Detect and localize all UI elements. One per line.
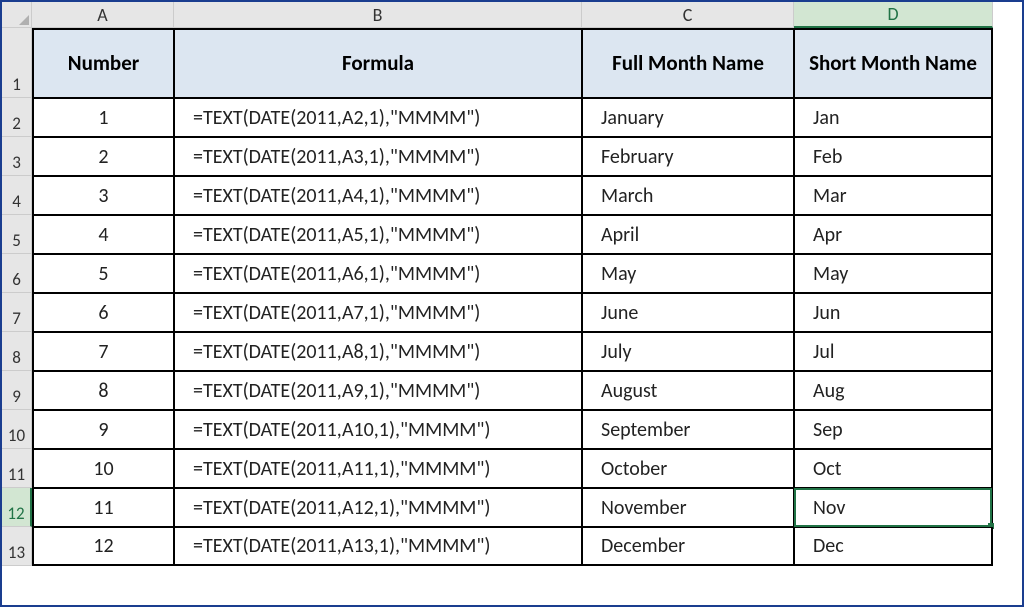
cell-c8[interactable]: July (582, 332, 794, 371)
cell-a4[interactable]: 3 (32, 176, 174, 215)
cell-a11[interactable]: 10 (32, 449, 174, 488)
cell-d7[interactable]: Jun (794, 293, 993, 332)
cell-d10[interactable]: Sep (794, 410, 993, 449)
select-all-corner[interactable] (2, 2, 32, 28)
table-header-d[interactable]: Short Month Name (794, 28, 993, 98)
row-header-1[interactable]: 1 (2, 28, 32, 98)
cell-b8[interactable]: =TEXT(DATE(2011,A8,1),"MMMM") (174, 332, 582, 371)
cell-b10[interactable]: =TEXT(DATE(2011,A10,1),"MMMM") (174, 410, 582, 449)
cell-b5[interactable]: =TEXT(DATE(2011,A5,1),"MMMM") (174, 215, 582, 254)
row-header-2[interactable]: 2 (2, 98, 32, 137)
cell-c6[interactable]: May (582, 254, 794, 293)
cell-c4[interactable]: March (582, 176, 794, 215)
cell-c5[interactable]: April (582, 215, 794, 254)
column-header-b[interactable]: B (174, 2, 582, 28)
cell-b2[interactable]: =TEXT(DATE(2011,A2,1),"MMMM") (174, 98, 582, 137)
cell-b4[interactable]: =TEXT(DATE(2011,A4,1),"MMMM") (174, 176, 582, 215)
cell-a9[interactable]: 8 (32, 371, 174, 410)
cell-c13[interactable]: December (582, 527, 794, 566)
cell-a8[interactable]: 7 (32, 332, 174, 371)
column-header-c[interactable]: C (582, 2, 794, 28)
cell-b12[interactable]: =TEXT(DATE(2011,A12,1),"MMMM") (174, 488, 582, 527)
cell-b3[interactable]: =TEXT(DATE(2011,A3,1),"MMMM") (174, 137, 582, 176)
cell-c12[interactable]: November (582, 488, 794, 527)
cell-d3[interactable]: Feb (794, 137, 993, 176)
row-header-6[interactable]: 6 (2, 254, 32, 293)
row-header-10[interactable]: 10 (2, 410, 32, 449)
cell-d4[interactable]: Mar (794, 176, 993, 215)
row-header-9[interactable]: 9 (2, 371, 32, 410)
cell-d9[interactable]: Aug (794, 371, 993, 410)
cell-b7[interactable]: =TEXT(DATE(2011,A7,1),"MMMM") (174, 293, 582, 332)
row-header-5[interactable]: 5 (2, 215, 32, 254)
row-header-4[interactable]: 4 (2, 176, 32, 215)
cell-c7[interactable]: June (582, 293, 794, 332)
cell-b9[interactable]: =TEXT(DATE(2011,A9,1),"MMMM") (174, 371, 582, 410)
cell-d8[interactable]: Jul (794, 332, 993, 371)
cell-c3[interactable]: February (582, 137, 794, 176)
cell-c10[interactable]: September (582, 410, 794, 449)
row-header-13[interactable]: 13 (2, 527, 32, 566)
cell-a13[interactable]: 12 (32, 527, 174, 566)
column-header-a[interactable]: A (32, 2, 174, 28)
row-header-3[interactable]: 3 (2, 137, 32, 176)
cell-c9[interactable]: August (582, 371, 794, 410)
row-header-12[interactable]: 12 (2, 488, 32, 527)
cell-b13[interactable]: =TEXT(DATE(2011,A13,1),"MMMM") (174, 527, 582, 566)
table-header-b[interactable]: Formula (174, 28, 582, 98)
cell-d5[interactable]: Apr (794, 215, 993, 254)
cell-d6[interactable]: May (794, 254, 993, 293)
cell-a3[interactable]: 2 (32, 137, 174, 176)
cell-a2[interactable]: 1 (32, 98, 174, 137)
row-header-7[interactable]: 7 (2, 293, 32, 332)
column-header-d[interactable]: D (794, 2, 993, 28)
table-header-a[interactable]: Number (32, 28, 174, 98)
cell-c11[interactable]: October (582, 449, 794, 488)
cell-b11[interactable]: =TEXT(DATE(2011,A11,1),"MMMM") (174, 449, 582, 488)
cell-d11[interactable]: Oct (794, 449, 993, 488)
cell-d13[interactable]: Dec (794, 527, 993, 566)
cell-a6[interactable]: 5 (32, 254, 174, 293)
row-header-8[interactable]: 8 (2, 332, 32, 371)
cell-a7[interactable]: 6 (32, 293, 174, 332)
cell-d2[interactable]: Jan (794, 98, 993, 137)
cell-b6[interactable]: =TEXT(DATE(2011,A6,1),"MMMM") (174, 254, 582, 293)
cell-a12[interactable]: 11 (32, 488, 174, 527)
cell-a10[interactable]: 9 (32, 410, 174, 449)
cell-a5[interactable]: 4 (32, 215, 174, 254)
row-header-11[interactable]: 11 (2, 449, 32, 488)
table-header-c[interactable]: Full Month Name (582, 28, 794, 98)
cell-c2[interactable]: January (582, 98, 794, 137)
cell-d12[interactable]: Nov (794, 488, 993, 527)
